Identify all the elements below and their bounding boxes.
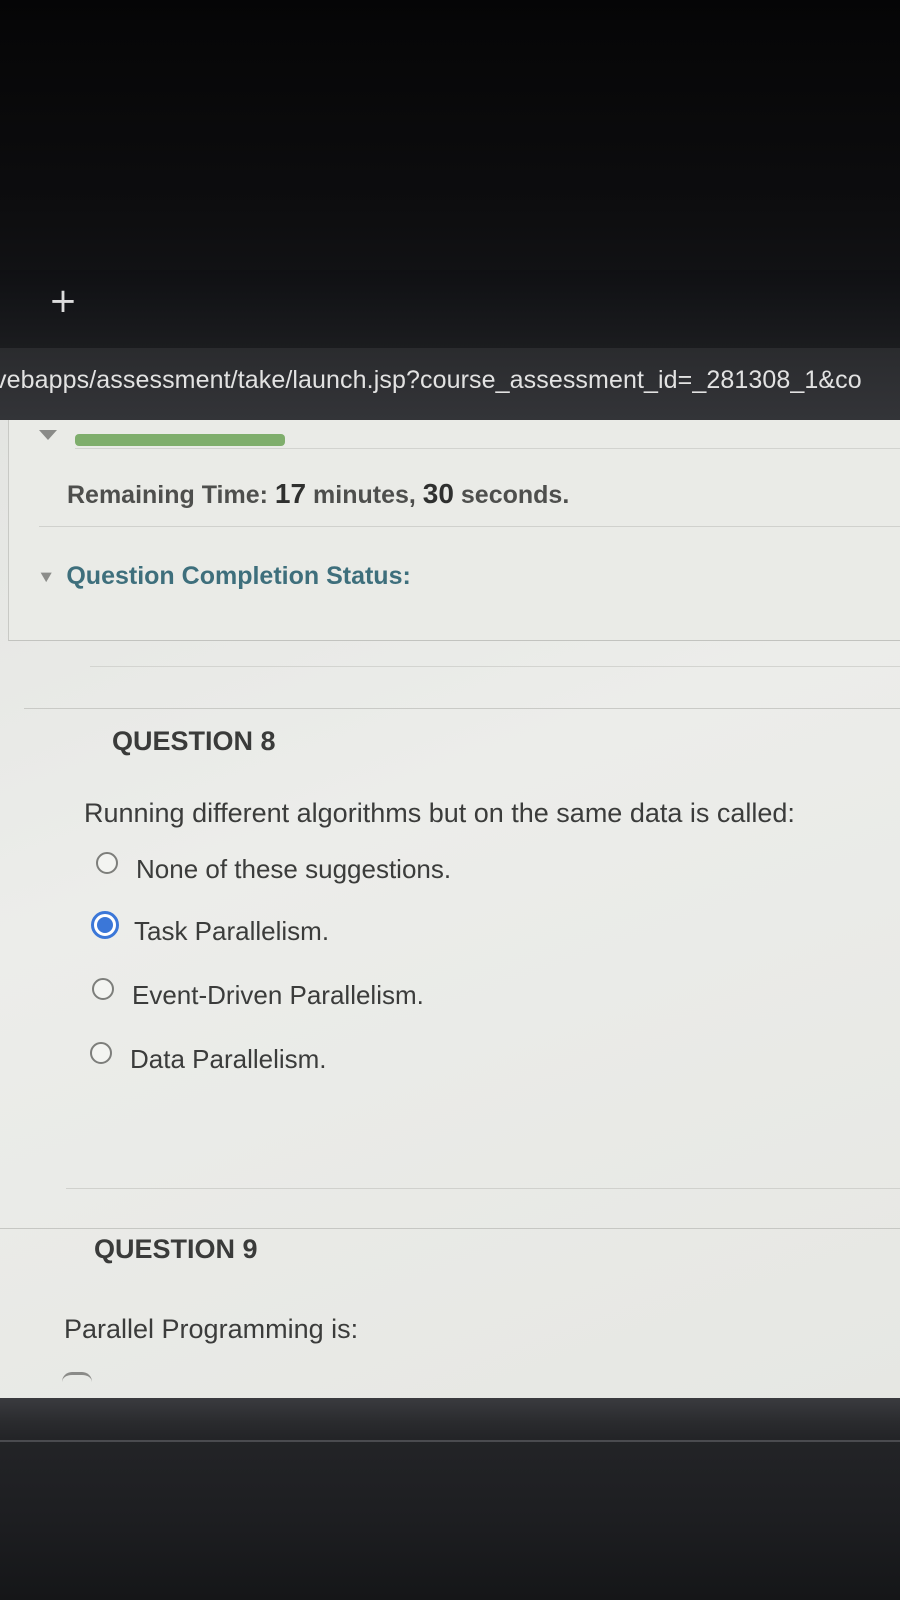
collapse-triangle-icon[interactable] (39, 430, 57, 440)
remaining-time: Remaining Time: 17 minutes, 30 seconds. (67, 478, 569, 510)
radio-button[interactable] (92, 978, 114, 1000)
completion-status-label: Question Completion Status: (66, 562, 411, 590)
radio-button[interactable] (90, 1042, 112, 1064)
test-status-panel: Remaining Time: 17 minutes, 30 seconds. … (8, 420, 900, 641)
option-label: Event-Driven Parallelism. (132, 980, 424, 1010)
bezel-edge (0, 1440, 900, 1442)
option-label: Data Parallelism. (130, 1044, 327, 1074)
question-8-title: QUESTION 8 (112, 726, 276, 756)
option-label: None of these suggestions. (136, 854, 452, 884)
question-9-text: Parallel Programming is: (64, 1314, 359, 1344)
address-bar[interactable]: vebapps/assessment/take/launch.jsp?cours… (0, 348, 900, 420)
divider (90, 666, 900, 667)
radio-button-selected[interactable] (91, 911, 119, 939)
divider (39, 526, 900, 527)
double-chevron-down-icon: ⯆ (39, 568, 54, 589)
minutes-value: 17 (274, 478, 307, 509)
seconds-value: 30 (422, 478, 454, 509)
new-tab-button[interactable]: + (46, 284, 80, 318)
question-9-title: QUESTION 9 (94, 1234, 258, 1264)
divider (24, 708, 900, 709)
minutes-label: minutes, (313, 481, 416, 509)
divider (0, 1228, 900, 1229)
time-progress-track (75, 434, 900, 449)
radio-button[interactable] (62, 1372, 92, 1387)
radio-button[interactable] (96, 852, 118, 874)
time-progress-fill (75, 434, 285, 446)
divider (66, 1188, 900, 1189)
url-text[interactable]: vebapps/assessment/take/launch.jsp?cours… (0, 366, 862, 395)
remaining-time-label: Remaining Time: (67, 481, 268, 509)
seconds-label: seconds. (460, 481, 570, 509)
screen-bezel-bottom (0, 1398, 900, 1600)
question-completion-status-toggle[interactable]: ⯆ Question Completion Status: (39, 562, 411, 591)
option-label: Task Parallelism. (134, 916, 330, 946)
question-8-text: Running different algorithms but on the … (84, 798, 795, 828)
browser-tab-bar (0, 270, 900, 348)
assessment-page: Remaining Time: 17 minutes, 30 seconds. … (0, 420, 900, 1400)
